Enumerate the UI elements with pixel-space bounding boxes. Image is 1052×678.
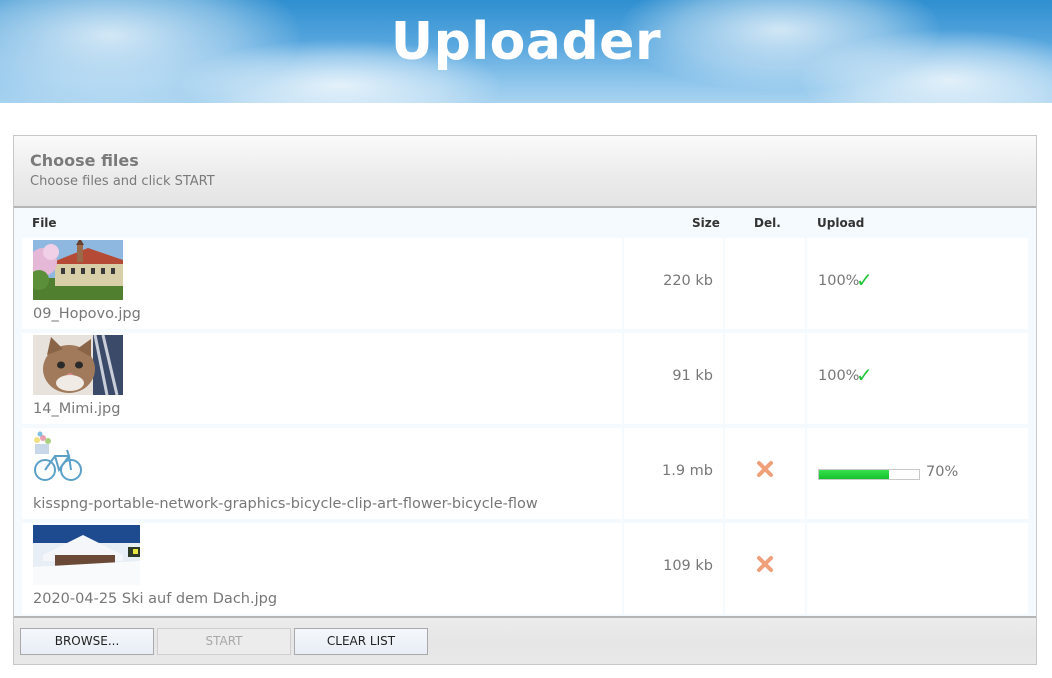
file-cell: 14_Mimi.jpg [22,333,622,424]
page-title: Uploader [390,12,662,72]
upload-cell [807,523,1028,614]
uploader-panel: Choose files Choose files and click STAR… [13,135,1037,665]
file-name: kisspng-portable-network-graphics-bicycl… [33,496,538,512]
column-header-upload: Upload [817,216,865,230]
thumbnail-image [33,525,140,585]
upload-percent: 100% [818,368,860,384]
file-table: File Size Del. Upload 09_Hopovo.jpg 220 … [14,208,1036,616]
thumbnail-image [33,430,83,490]
start-button[interactable]: START [157,628,291,655]
size-cell: 109 kb [624,523,723,614]
delete-cell [725,333,805,424]
file-size: 220 kb [663,273,713,289]
browse-button[interactable]: BROWSE... [20,628,154,655]
panel-footer: BROWSE... START CLEAR LIST [14,616,1036,664]
column-header-file: File [32,216,57,230]
delete-cell [725,428,805,519]
file-size: 1.9 mb [662,463,713,479]
size-cell: 91 kb [624,333,723,424]
table-row: 09_Hopovo.jpg 220 kb 100% ✓ [22,238,1028,329]
upload-cell: 100% ✓ [807,238,1028,329]
progress-fill [819,470,889,479]
file-name: 2020-04-25 Ski auf dem Dach.jpg [33,591,278,607]
panel-header: Choose files Choose files and click STAR… [14,136,1036,208]
panel-title: Choose files [30,151,139,170]
file-size: 109 kb [663,558,713,574]
file-size: 91 kb [672,368,713,384]
upload-percent: 70% [926,464,959,480]
file-cell: kisspng-portable-network-graphics-bicycl… [22,428,622,519]
column-header-size: Size [692,216,720,230]
file-cell: 2020-04-25 Ski auf dem Dach.jpg [22,523,622,614]
table-row: kisspng-portable-network-graphics-bicycl… [22,428,1028,519]
file-name: 14_Mimi.jpg [33,401,121,417]
upload-cell: 100% ✓ [807,333,1028,424]
checkmark-icon: ✓ [856,363,873,387]
size-cell: 1.9 mb [624,428,723,519]
table-row: 2020-04-25 Ski auf dem Dach.jpg 109 kb [22,523,1028,614]
checkmark-icon: ✓ [856,268,873,292]
header-banner: Uploader [0,0,1052,103]
file-name: 09_Hopovo.jpg [33,306,141,322]
column-header-del: Del. [754,216,781,230]
panel-subtitle: Choose files and click START [30,174,215,189]
delete-x-icon[interactable] [755,554,775,574]
size-cell: 220 kb [624,238,723,329]
thumbnail-image [33,240,123,300]
delete-x-icon[interactable] [755,459,775,479]
upload-percent: 100% [818,273,860,289]
upload-progress-bar [818,469,920,480]
delete-cell [725,238,805,329]
thumbnail-image [33,335,123,395]
table-row: 14_Mimi.jpg 91 kb 100% ✓ [22,333,1028,424]
upload-cell: 70% [807,428,1028,519]
clear-list-button[interactable]: CLEAR LIST [294,628,428,655]
delete-cell [725,523,805,614]
file-cell: 09_Hopovo.jpg [22,238,622,329]
